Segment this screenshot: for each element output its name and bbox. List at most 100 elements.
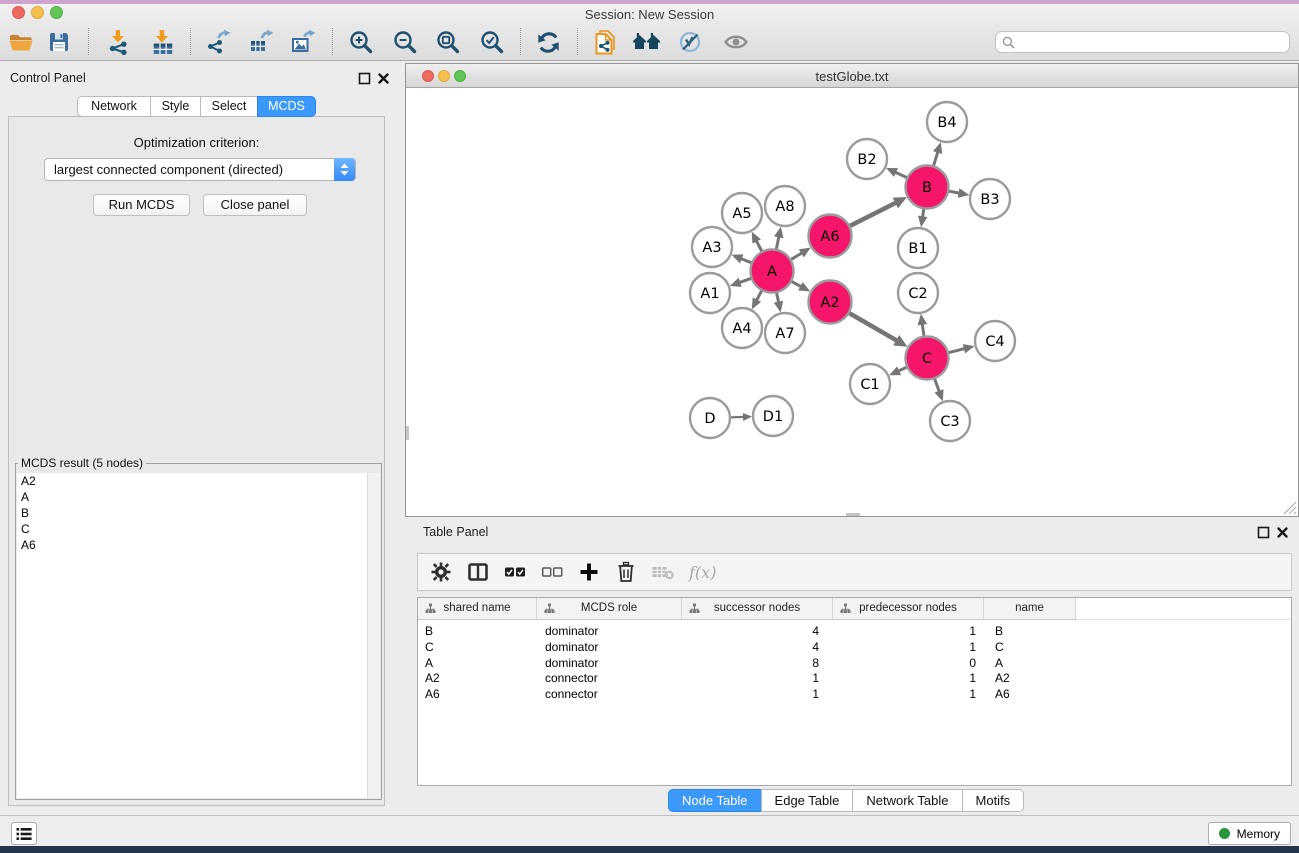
table-row[interactable]: Adominator80A [418,656,1291,672]
export-table-icon[interactable] [246,27,276,57]
node-A4[interactable]: A4 [722,308,762,348]
cell-MCDS-role[interactable]: connector [537,687,682,703]
toggle-column-icon[interactable] [465,559,491,585]
node-A2[interactable]: A2 [809,281,852,324]
memory-button[interactable]: Memory [1208,822,1291,845]
optimization-criterion-select[interactable]: largest connected component (directed) [44,158,356,181]
mcds-result-item[interactable]: B [17,505,380,521]
edge-B-B2[interactable] [894,172,907,178]
zoom-out-icon[interactable] [390,27,420,57]
node-A6[interactable]: A6 [809,215,852,258]
home-icon[interactable] [632,27,662,57]
mcds-result-item[interactable]: C [17,521,380,537]
export-image-icon[interactable] [288,27,318,57]
node-B1[interactable]: B1 [898,228,938,268]
hide-details-icon[interactable] [675,27,705,57]
column-header-predecessor-nodes[interactable]: predecessor nodes [833,598,984,620]
search-input[interactable] [1020,33,1280,51]
table-row[interactable]: A6connector11A6 [418,687,1291,703]
network-canvas[interactable]: A5A8A3AA1A4A7A6A2B2B4BB3B1C2CC4C1C3DD1 [406,88,1298,516]
deselect-all-icon[interactable] [539,559,565,585]
cell-predecessor-nodes[interactable]: 1 [833,640,984,656]
table-options-icon[interactable] [428,559,454,585]
node-A1[interactable]: A1 [690,273,730,313]
node-C4[interactable]: C4 [975,321,1015,361]
cell-MCDS-role[interactable]: connector [537,671,682,687]
network-graph[interactable]: A5A8A3AA1A4A7A6A2B2B4BB3B1C2CC4C1C3DD1 [406,88,1298,517]
column-header-name[interactable]: name [984,598,1076,620]
cell-name[interactable]: A2 [984,671,1076,687]
node-B[interactable]: B [906,166,949,209]
tab-network[interactable]: Network [77,96,151,117]
column-header-successor-nodes[interactable]: successor nodes [682,598,833,620]
mcds-result-item[interactable]: A [17,489,380,505]
edge-A-A6[interactable] [790,252,803,260]
node-B3[interactable]: B3 [970,179,1010,219]
tab-network-table[interactable]: Network Table [852,789,962,812]
delete-columns-icon[interactable] [613,559,639,585]
cell-shared-name[interactable]: A6 [418,687,537,703]
search-field[interactable] [995,31,1290,53]
table-row[interactable]: Bdominator41B [418,624,1291,640]
edge-A6-B[interactable] [849,202,897,226]
mcds-result-item[interactable]: A2 [17,473,380,489]
close-panel-button[interactable]: Close panel [203,194,307,216]
cell-MCDS-role[interactable]: dominator [537,640,682,656]
edge-A2-C[interactable] [849,313,898,342]
float-table-panel-icon[interactable] [1257,526,1271,540]
close-panel-icon[interactable] [377,72,391,86]
mcds-list-scrollbar[interactable] [367,473,380,798]
export-network-icon[interactable] [203,27,233,57]
cell-predecessor-nodes[interactable]: 1 [833,624,984,640]
cell-MCDS-role[interactable]: dominator [537,624,682,640]
node-B2[interactable]: B2 [847,139,887,179]
edge-A-A1[interactable] [738,278,751,283]
column-header-shared-name[interactable]: shared name [418,598,537,620]
new-network-icon[interactable] [590,27,620,57]
apply-layout-icon[interactable] [533,27,563,57]
tab-style[interactable]: Style [150,96,201,117]
open-session-icon[interactable] [6,27,36,57]
node-D1[interactable]: D1 [753,396,793,436]
edge-C-C3[interactable] [934,378,939,393]
node-table[interactable]: shared nameMCDS rolesuccessor nodesprede… [417,597,1292,786]
run-mcds-button[interactable]: Run MCDS [93,194,190,216]
node-C1[interactable]: C1 [850,364,890,404]
import-table-icon[interactable] [148,27,178,57]
cell-shared-name[interactable]: A2 [418,671,537,687]
float-panel-icon[interactable] [358,72,372,86]
zoom-selected-icon[interactable] [477,27,507,57]
tab-edge-table[interactable]: Edge Table [761,789,854,812]
cell-successor-nodes[interactable]: 8 [682,656,833,672]
create-column-icon[interactable] [576,559,602,585]
node-B4[interactable]: B4 [927,102,967,142]
cell-name[interactable]: C [984,640,1076,656]
edge-C-C2[interactable] [922,323,924,337]
show-details-icon[interactable] [721,27,751,57]
edge-A-A5[interactable] [756,240,762,252]
cell-shared-name[interactable]: A [418,656,537,672]
cell-predecessor-nodes[interactable]: 1 [833,671,984,687]
horizontal-scroll-indicator[interactable] [846,513,860,516]
edge-A-A8[interactable] [776,235,779,250]
import-network-icon[interactable] [104,27,134,57]
cell-successor-nodes[interactable]: 4 [682,640,833,656]
node-A8[interactable]: A8 [765,186,805,226]
edge-B-B4[interactable] [933,151,938,167]
cell-name[interactable]: B [984,624,1076,640]
cell-predecessor-nodes[interactable]: 1 [833,687,984,703]
node-C2[interactable]: C2 [898,273,938,313]
node-A7[interactable]: A7 [765,313,805,353]
resize-grip-icon[interactable] [1283,501,1297,515]
tab-motifs[interactable]: Motifs [962,789,1025,812]
network-window-titlebar[interactable]: testGlobe.txt [406,64,1298,88]
node-A5[interactable]: A5 [722,193,762,233]
cell-predecessor-nodes[interactable]: 0 [833,656,984,672]
close-table-panel-icon[interactable] [1276,526,1290,540]
node-A3[interactable]: A3 [692,227,732,267]
mcds-result-item[interactable]: A6 [17,537,380,553]
tab-select[interactable]: Select [200,96,258,117]
zoom-in-icon[interactable] [346,27,376,57]
column-header-MCDS-role[interactable]: MCDS role [537,598,682,620]
node-D[interactable]: D [690,398,730,438]
